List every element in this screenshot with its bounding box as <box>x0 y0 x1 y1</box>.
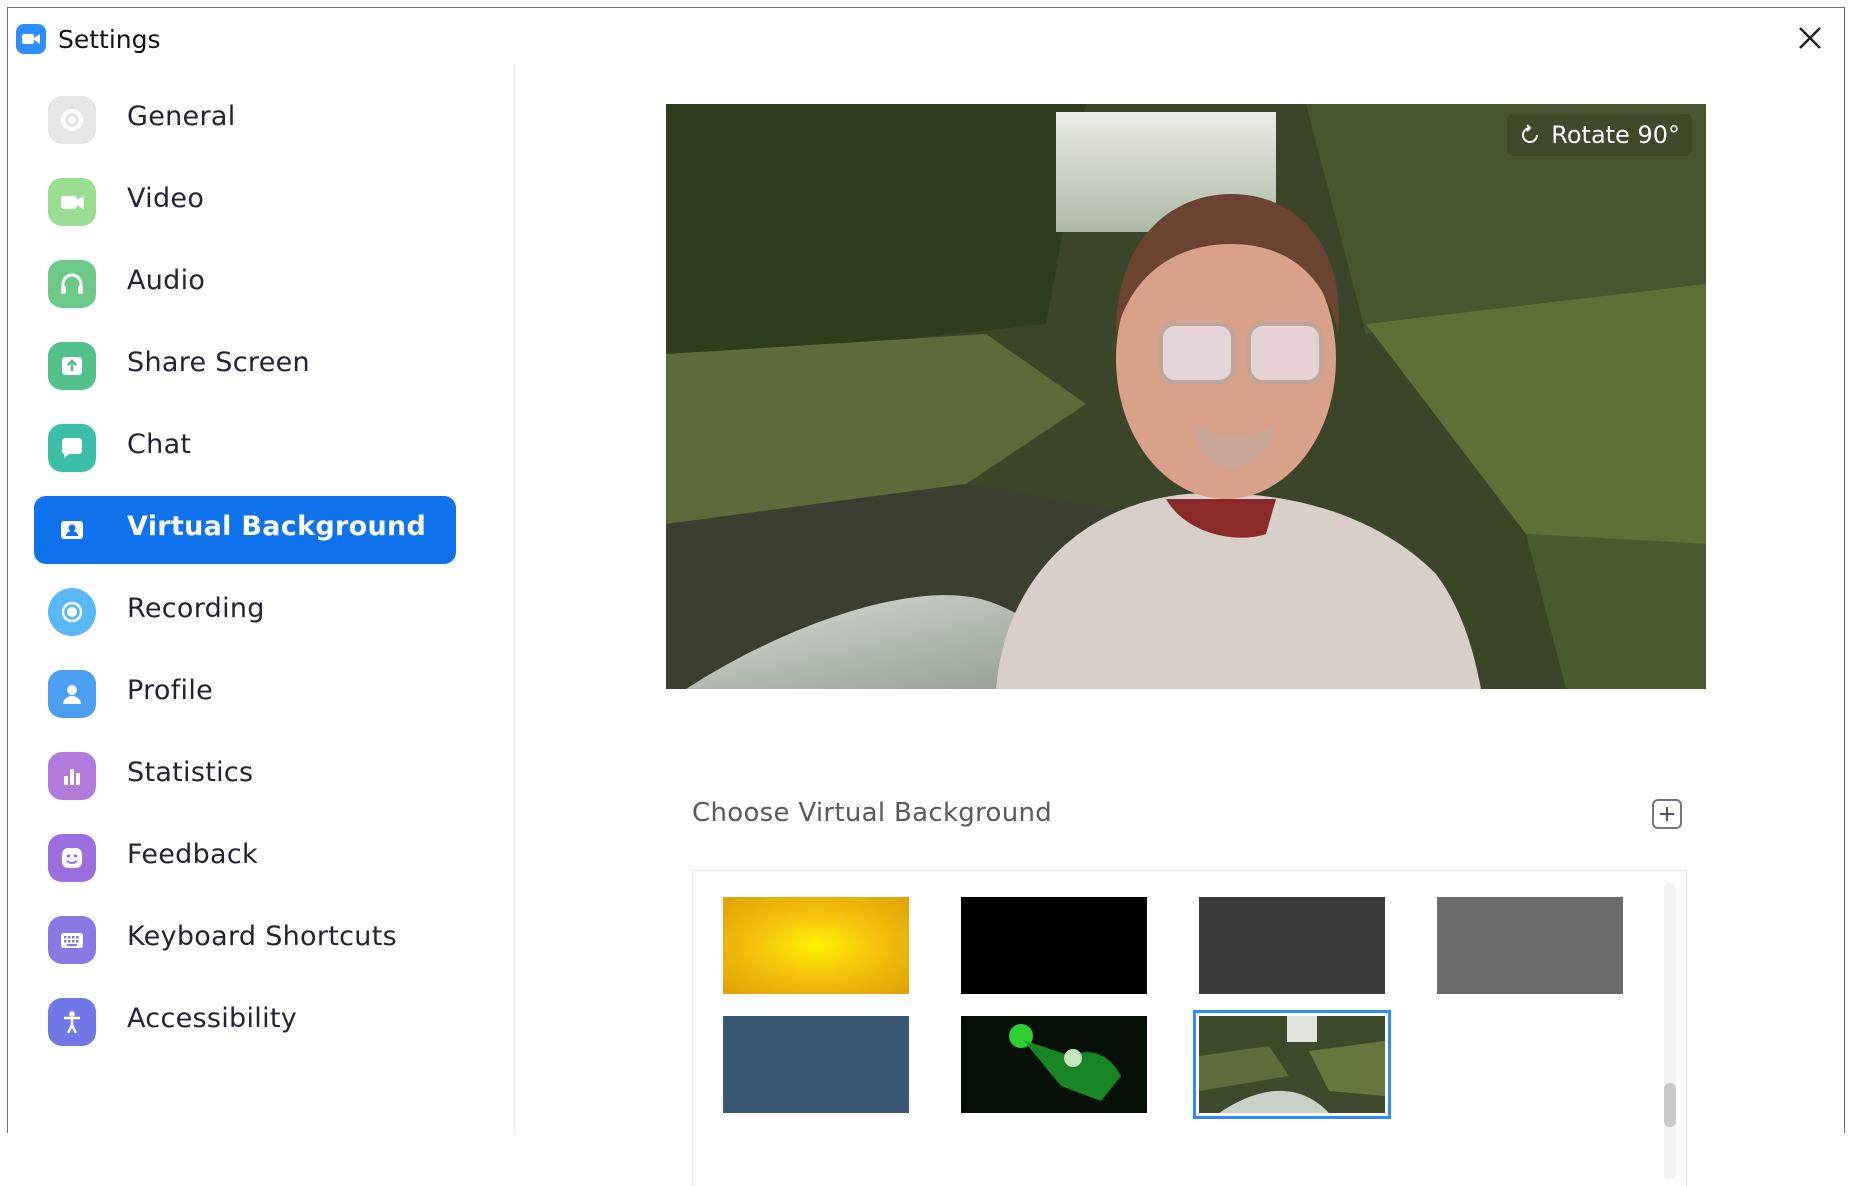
keyboard-icon <box>48 916 96 964</box>
sidebar-item-keyboard-shortcuts[interactable]: Keyboard Shortcuts <box>34 906 456 974</box>
sidebar-item-virtual-background[interactable]: Virtual Background <box>34 496 456 564</box>
add-background-button[interactable] <box>1652 799 1682 829</box>
gallery-scrollbar-thumb[interactable] <box>1664 1083 1676 1127</box>
zoom-app-icon <box>16 24 46 54</box>
person-icon <box>48 670 96 718</box>
share-screen-icon <box>48 342 96 390</box>
sidebar-item-label: Audio <box>127 265 206 296</box>
gear-icon <box>48 96 96 144</box>
waterfall-scene-image <box>666 104 1706 689</box>
smiley-icon <box>48 834 96 882</box>
sidebar-item-label: Virtual Background <box>127 511 427 542</box>
sidebar-item-statistics[interactable]: Statistics <box>34 742 456 810</box>
chat-bubble-icon <box>48 424 96 472</box>
background-thumb-dark-gray[interactable] <box>1199 897 1385 994</box>
sidebar-item-accessibility[interactable]: Accessibility <box>34 988 456 1056</box>
accessibility-icon <box>48 998 96 1046</box>
plus-icon <box>1660 807 1674 821</box>
background-thumb-black[interactable] <box>961 897 1147 994</box>
sidebar-item-video[interactable]: Video <box>34 168 456 236</box>
choose-background-title: Choose Virtual Background <box>692 798 1053 828</box>
sidebar-item-feedback[interactable]: Feedback <box>34 824 456 892</box>
sidebar-item-label: Accessibility <box>127 1003 298 1034</box>
background-thumb-slate-blue[interactable] <box>723 1016 909 1113</box>
background-gallery <box>692 870 1687 1186</box>
bar-chart-icon <box>48 752 96 800</box>
window-title: Settings <box>58 25 161 54</box>
video-camera-icon <box>48 178 96 226</box>
sidebar-item-audio[interactable]: Audio <box>34 250 456 318</box>
sidebar-item-label: Video <box>127 183 205 214</box>
video-preview: Rotate 90° <box>666 104 1706 689</box>
rotate-button[interactable]: Rotate 90° <box>1507 114 1692 156</box>
sidebar-item-label: Chat <box>127 429 192 460</box>
gallery-scrollbar-track[interactable] <box>1664 883 1676 1179</box>
sidebar-item-label: Feedback <box>127 839 258 870</box>
background-thumb-yellow[interactable] <box>723 897 909 994</box>
sidebar-item-recording[interactable]: Recording <box>34 578 456 646</box>
sidebar-item-label: Recording <box>127 593 265 624</box>
virtual-background-panel: Rotate 90° Choose Virtual Background <box>515 64 1844 1186</box>
sidebar-item-profile[interactable]: Profile <box>34 660 456 728</box>
background-thumb-gray[interactable] <box>1437 897 1623 994</box>
title-bar: Settings <box>8 8 1844 64</box>
headphones-icon <box>48 260 96 308</box>
portrait-icon <box>48 506 96 554</box>
sidebar-item-label: Share Screen <box>127 347 310 378</box>
rotate-icon <box>1522 124 1539 143</box>
settings-sidebar: General Video Audio Share Screen Chat Vi… <box>8 64 515 1134</box>
record-icon <box>48 588 96 636</box>
sidebar-item-label: Profile <box>127 675 214 706</box>
rotate-label: Rotate 90° <box>1551 121 1680 149</box>
sidebar-item-label: Keyboard Shortcuts <box>127 921 397 952</box>
close-button[interactable] <box>1792 20 1828 56</box>
background-thumb-space-hero[interactable] <box>961 1016 1147 1113</box>
close-icon <box>1799 27 1821 49</box>
settings-window: Settings General Video Audio Share Scree… <box>7 7 1845 1186</box>
sidebar-item-chat[interactable]: Chat <box>34 414 456 482</box>
sidebar-item-general[interactable]: General <box>34 86 456 154</box>
background-thumb-waterfall[interactable] <box>1193 1010 1391 1119</box>
sidebar-item-label: General <box>127 101 236 132</box>
sidebar-item-label: Statistics <box>127 757 254 788</box>
sidebar-item-share-screen[interactable]: Share Screen <box>34 332 456 400</box>
